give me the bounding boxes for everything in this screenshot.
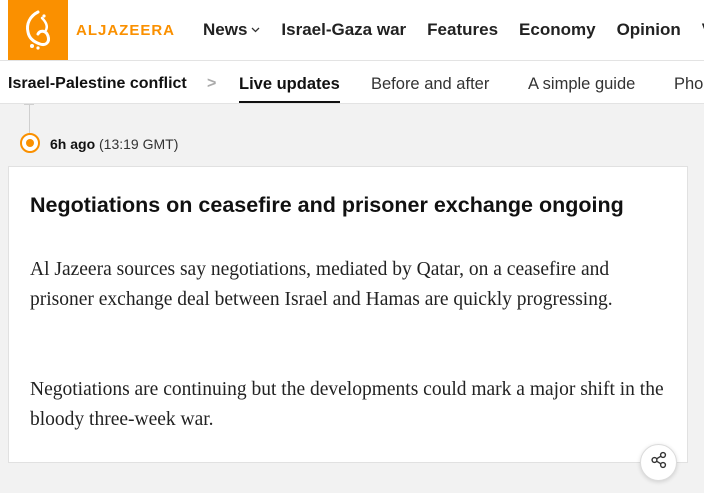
share-button[interactable] [640,444,677,481]
nav-item-label: Economy [519,20,596,39]
update-gmt-time: (13:19 GMT) [99,136,179,152]
timeline-tick [24,104,34,105]
nav-item-economy[interactable]: Economy [519,20,596,40]
live-update-card: Negotiations on ceasefire and prisoner e… [8,166,688,463]
nav-item-label: News [203,20,248,39]
update-paragraph: Negotiations are continuing but the deve… [30,379,664,430]
nav-item-news[interactable]: News [203,20,260,40]
main-nav: News Israel-Gaza war Features Economy Op… [203,0,704,60]
aljazeera-logo-icon[interactable] [8,0,68,60]
tab-live-updates[interactable]: Live updates [239,75,340,103]
brand-wordmark[interactable]: ALJAZEERA [76,22,175,39]
site-header: ALJAZEERA News Israel-Gaza war Features … [0,0,704,61]
tab-before-and-after[interactable]: Before and after [371,75,489,94]
nav-item-label: Features [427,20,499,39]
chevron-down-icon [251,25,260,35]
timeline-dot-icon [20,133,40,153]
nav-item-opinion[interactable]: Opinion [617,20,681,40]
tab-a-simple-guide[interactable]: A simple guide [528,75,635,94]
topic-subnav: Israel-Palestine conflict > Live updates… [0,61,704,104]
tab-photos-truncated[interactable]: Pho [674,75,703,94]
nav-item-features[interactable]: Features [427,20,498,40]
share-icon [650,451,668,474]
nav-item-label: Israel-Gaza war [281,20,407,39]
breadcrumb-separator: > [207,75,217,92]
update-relative-time: 6h ago [50,136,96,152]
update-headline: Negotiations on ceasefire and prisoner e… [30,193,624,217]
topic-link[interactable]: Israel-Palestine conflict [8,75,187,93]
update-timestamp: 6h ago (13:19 GMT) [50,136,178,152]
nav-item-israel-gaza-war[interactable]: Israel-Gaza war [281,20,406,40]
timeline-line [29,104,30,136]
update-paragraph: Al Jazeera sources say negotiations, med… [30,259,613,310]
nav-item-label: Opinion [616,20,681,39]
